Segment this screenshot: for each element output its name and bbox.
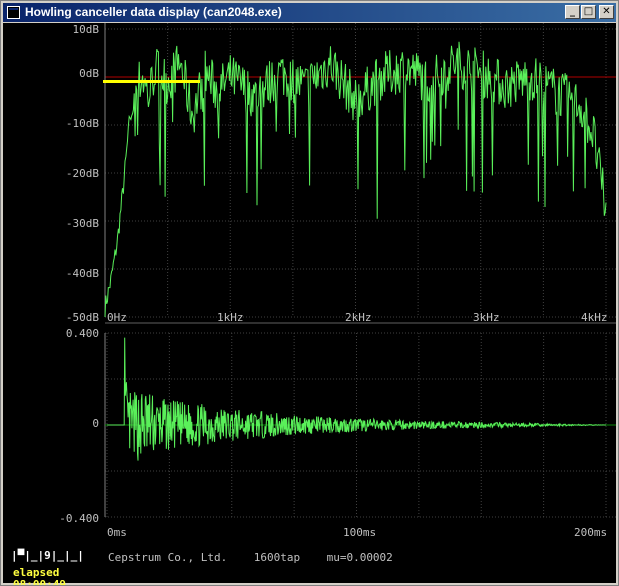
level-meter-bar bbox=[103, 80, 200, 83]
status-panel: |▀|_|9|_|_| Cepstrum Co., Ltd. 1600tap m… bbox=[3, 533, 616, 586]
y-tick-label: -40dB bbox=[65, 267, 99, 280]
x-tick-label: 0Hz bbox=[107, 311, 127, 324]
title-bar[interactable]: Howling canceller data display (can2048.… bbox=[3, 3, 616, 22]
elapsed-time: 08:00:49 bbox=[13, 578, 66, 586]
app-window: Howling canceller data display (can2048.… bbox=[0, 0, 619, 586]
mu-value: mu=0.00002 bbox=[326, 551, 393, 564]
y-tick-label: 0dB bbox=[79, 67, 99, 80]
y-tick-label: -50dB bbox=[65, 311, 99, 324]
close-button[interactable]: ✕ bbox=[599, 5, 614, 19]
company-name: Cepstrum Co., Ltd. bbox=[108, 551, 228, 564]
mode-indicator[interactable]: |▀|_|9|_|_| bbox=[11, 549, 84, 562]
y-tick-label: 10dB bbox=[72, 23, 100, 36]
x-tick-label: 1kHz bbox=[217, 311, 244, 324]
tap-count: 1600tap bbox=[253, 551, 301, 564]
display-area: 10dB 0dB -10dB -20dB -30dB -40dB -50dB 0… bbox=[3, 23, 616, 586]
y-tick-label: 0.400 bbox=[65, 327, 99, 340]
y-tick-label: -0.400 bbox=[59, 512, 99, 525]
window-title: Howling canceller data display (can2048.… bbox=[25, 5, 282, 19]
y-tick-label: -10dB bbox=[65, 117, 99, 130]
y-tick-label: 0 bbox=[92, 417, 99, 430]
y-tick-label: -20dB bbox=[65, 167, 99, 180]
app-icon bbox=[7, 6, 20, 19]
x-tick-label: 4kHz bbox=[581, 311, 608, 324]
x-tick-label: 2kHz bbox=[345, 311, 372, 324]
y-tick-label: -30dB bbox=[65, 217, 99, 230]
x-tick-label: 3kHz bbox=[473, 311, 500, 324]
plot-canvas bbox=[104, 23, 616, 518]
minimize-button[interactable]: _ bbox=[565, 5, 580, 19]
status-line: Cepstrum Co., Ltd. 1600tap mu=0.00002 bbox=[108, 551, 393, 564]
maximize-button[interactable]: □ bbox=[581, 5, 596, 19]
